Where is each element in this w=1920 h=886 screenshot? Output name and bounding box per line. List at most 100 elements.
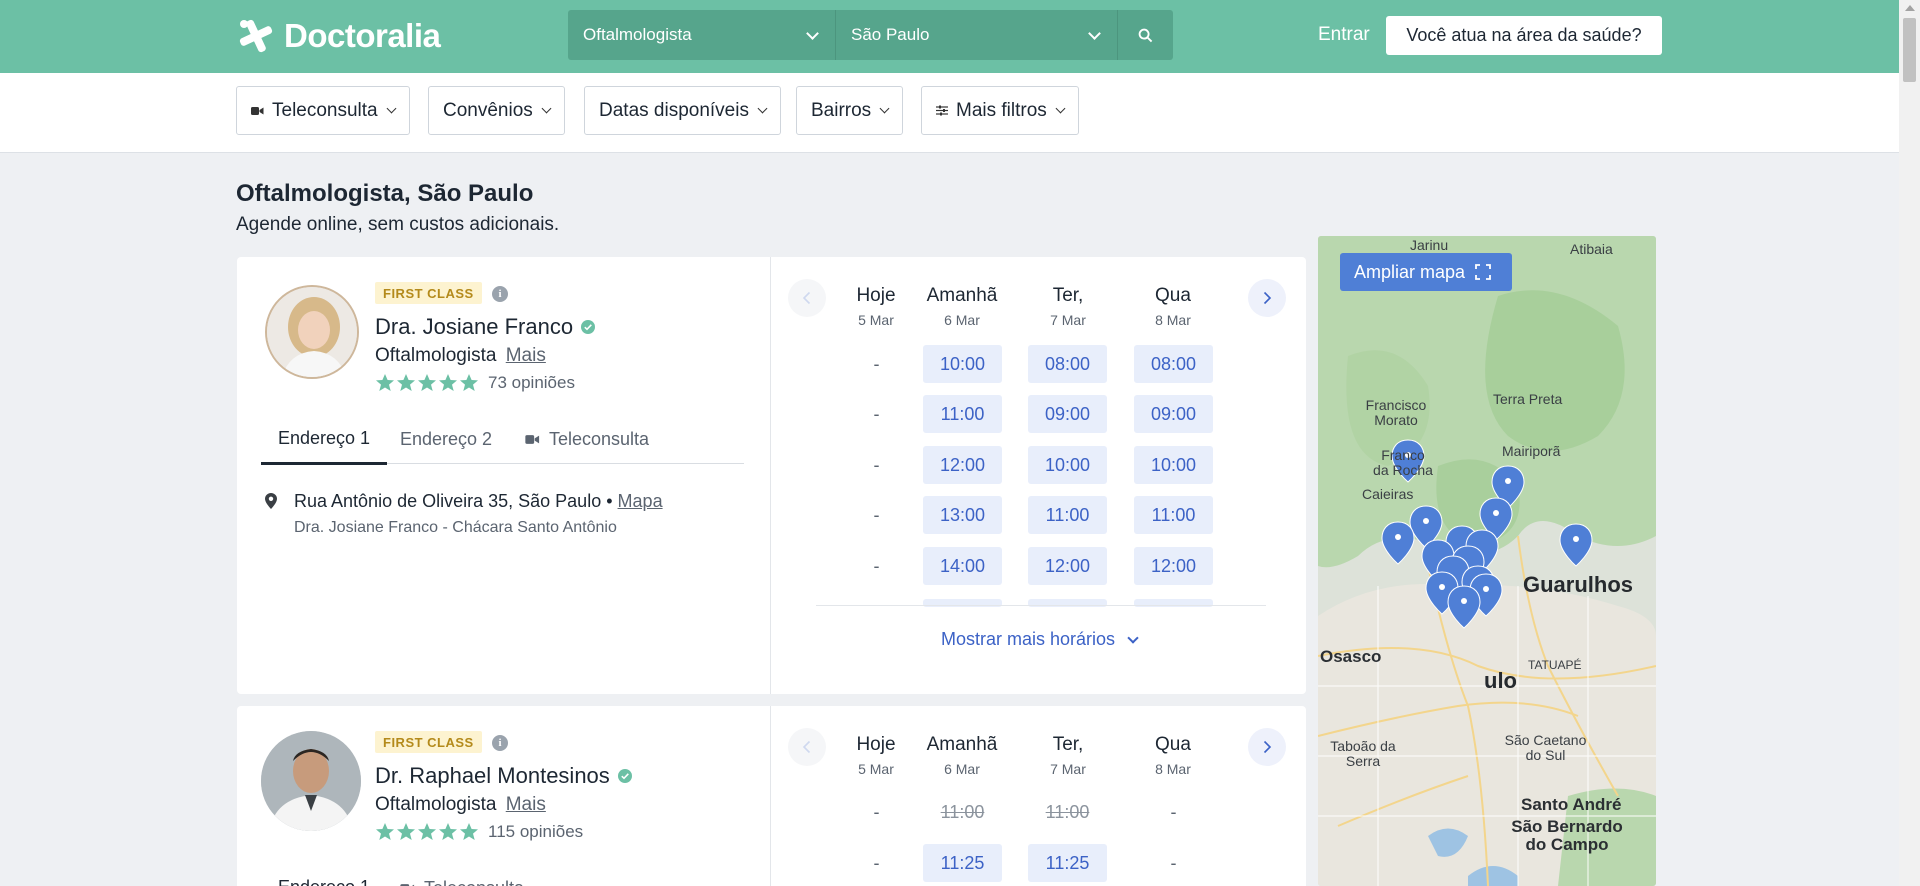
filter-bairros[interactable]: Bairros — [796, 86, 904, 135]
time-slot[interactable]: 10:00 — [1028, 446, 1107, 484]
tab-teleconsulta[interactable]: Teleconsulta — [525, 414, 649, 464]
results-map[interactable]: Ampliar mapa Jarinu Atibaia Francisco Mo… — [1318, 236, 1656, 886]
tab-endereco-1[interactable]: Endereço 1 — [261, 414, 387, 465]
chevron-right-icon — [1263, 291, 1272, 305]
tab-endereco-2[interactable]: Endereço 2 — [400, 414, 492, 464]
availability-calendar: Hoje 5 Mar Amanhã 6 Mar Ter, 7 Mar Qua 8 Mar… — [770, 257, 1306, 694]
time-slot[interactable]: 12:00 — [1028, 547, 1107, 585]
chevron-right-icon — [1263, 740, 1272, 754]
filter-datas-disponiveis[interactable]: Datas disponíveis — [584, 86, 781, 135]
filter-label: Convênios — [443, 99, 533, 121]
day-date: 6 Mar — [944, 761, 980, 777]
time-slot[interactable]: 09:00 — [1028, 395, 1107, 433]
clinic-name: Dra. Josiane Franco - Chácara Santo Antô… — [294, 519, 617, 536]
time-slot[interactable]: 08:00 — [1028, 345, 1107, 383]
tab-endereco-1[interactable]: Endereço 1 — [261, 863, 387, 886]
search-button[interactable] — [1118, 10, 1173, 60]
doctoralia-logo[interactable]: Doctoralia — [236, 15, 441, 57]
map-place-label: São Bernardo do Campo — [1511, 817, 1623, 854]
specialty-value: Oftalmologista — [583, 25, 692, 44]
time-slot[interactable]: 13:00 — [923, 496, 1002, 534]
star-icon — [376, 823, 394, 840]
doctor-card: FIRST CLASS i Dra. Josiane Franco Oftalm… — [237, 257, 1306, 694]
map-place-label: Franco da Rocha — [1373, 447, 1433, 478]
time-slot[interactable]: 12:00 — [923, 446, 1002, 484]
time-slot[interactable]: 11:00 — [923, 395, 1002, 433]
time-slot-empty: - — [873, 403, 880, 424]
day-date: 8 Mar — [1155, 312, 1191, 328]
scroll-up-arrow[interactable] — [1905, 5, 1915, 11]
tab-teleconsulta[interactable]: Teleconsulta — [400, 863, 524, 886]
sliders-icon — [936, 105, 948, 116]
time-slot[interactable]: 11:00 — [1028, 496, 1107, 534]
previous-days-button[interactable] — [788, 279, 826, 317]
chevron-left-icon — [802, 740, 811, 754]
day-header: Amanhã 6 Mar — [917, 734, 1007, 777]
show-more-times-button[interactable]: Mostrar mais horários — [771, 629, 1307, 650]
time-slot[interactable]: 09:00 — [1134, 395, 1213, 433]
map-link[interactable]: Mapa — [618, 491, 663, 511]
tab-label: Endereço 1 — [278, 877, 370, 886]
map-place-label: Atibaia — [1570, 241, 1613, 257]
doctor-avatar[interactable] — [261, 731, 361, 831]
doctor-profile: FIRST CLASS i Dr. Raphael Montesinos Oft… — [237, 706, 770, 886]
time-slot[interactable]: 12:00 — [1134, 547, 1213, 585]
verified-icon — [617, 769, 632, 783]
tab-label: Endereço 1 — [277, 427, 371, 448]
time-slot-empty: - — [873, 353, 880, 374]
info-icon[interactable]: i — [492, 735, 508, 751]
time-slot[interactable]: 08:00 — [1134, 345, 1213, 383]
doctor-name[interactable]: Dra. Josiane Franco — [375, 314, 573, 340]
reviews-count: 115 opiniões — [488, 822, 584, 841]
time-slot-empty: - — [873, 504, 880, 525]
specialty-select[interactable]: Oftalmologista — [568, 10, 836, 60]
doctor-name[interactable]: Dr. Raphael Montesinos — [375, 763, 610, 789]
page-scrollbar[interactable] — [1899, 0, 1920, 886]
rating-stars — [375, 822, 480, 842]
address-text: Rua Antônio de Oliveira 35, São Paulo — [294, 491, 602, 511]
more-specialties-link[interactable]: Mais — [506, 345, 546, 366]
health-professional-button[interactable]: Você atua na área da saúde? — [1386, 16, 1662, 55]
time-slot[interactable]: 10:00 — [923, 345, 1002, 383]
map-place-label: ulo — [1484, 668, 1517, 693]
day-header: Hoje 5 Mar — [831, 285, 921, 328]
day-header: Qua 8 Mar — [1128, 285, 1218, 328]
expand-map-label: Ampliar mapa — [1354, 261, 1466, 282]
chevron-down-icon — [541, 103, 552, 114]
reviews-count: 73 opiniões — [488, 373, 575, 392]
chevron-down-icon — [1088, 27, 1101, 40]
time-slot[interactable]: 10:00 — [1134, 446, 1213, 484]
filter-convenios[interactable]: Convênios — [428, 86, 565, 135]
doctor-specialty: Oftalmologista Mais — [375, 345, 546, 367]
time-slot[interactable]: 11:25 — [923, 844, 1002, 882]
map-place-label: Jarinu — [1410, 237, 1449, 253]
time-slot-empty: - — [1170, 852, 1177, 873]
day-name: Amanhã — [926, 734, 998, 755]
rating[interactable]: 73 opiniões — [375, 373, 575, 393]
day-date: 6 Mar — [944, 312, 980, 328]
search-bar: Oftalmologista São Paulo — [568, 10, 1173, 60]
map-place-label: Terra Preta — [1493, 391, 1563, 407]
rating[interactable]: 115 opiniões — [375, 822, 583, 842]
more-specialties-link[interactable]: Mais — [506, 794, 546, 815]
location-select[interactable]: São Paulo — [836, 10, 1118, 60]
doctor-avatar[interactable] — [265, 285, 359, 379]
expand-map-button[interactable]: Ampliar mapa — [1340, 253, 1512, 291]
time-slot[interactable]: 11:00 — [1134, 496, 1213, 534]
scrollbar-thumb[interactable] — [1903, 18, 1916, 82]
filter-mais-filtros[interactable]: Mais filtros — [921, 86, 1079, 135]
next-days-button[interactable] — [1248, 728, 1286, 766]
filter-teleconsulta[interactable]: Teleconsulta — [236, 86, 410, 135]
info-icon[interactable]: i — [492, 286, 508, 302]
location-pin-icon — [265, 493, 277, 514]
time-slot[interactable]: 11:25 — [1028, 844, 1107, 882]
map-place-label: Taboão da Serra — [1330, 738, 1396, 769]
map-place-label: Caieiras — [1362, 486, 1414, 502]
day-name: Ter, — [1052, 285, 1084, 306]
next-days-button[interactable] — [1248, 279, 1286, 317]
page-title: Oftalmologista, São Paulo — [236, 180, 534, 207]
previous-days-button[interactable] — [788, 728, 826, 766]
time-slot-empty: - — [873, 801, 880, 822]
login-link[interactable]: Entrar — [1318, 24, 1370, 46]
time-slot[interactable]: 14:00 — [923, 547, 1002, 585]
